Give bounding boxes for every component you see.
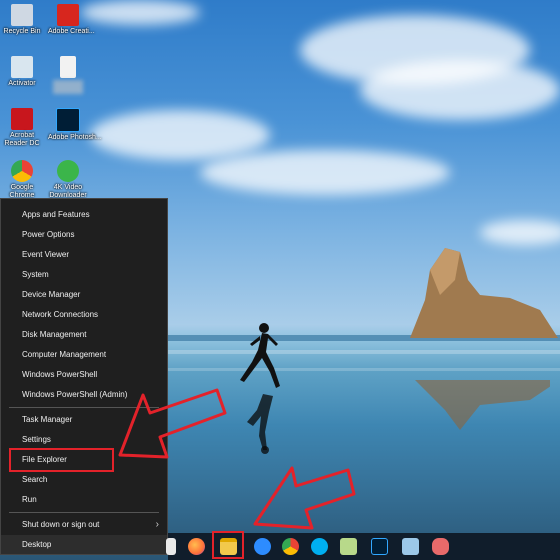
cloud xyxy=(360,60,560,120)
desktop-icon-acrobat-reader[interactable]: Acrobat Reader DC xyxy=(2,108,42,148)
desktop-icon-adobe-creative-cloud[interactable]: Adobe Creati... xyxy=(48,4,95,36)
menu-item-label: Apps and Features xyxy=(22,210,90,219)
desktop-icon-recycle-bin[interactable]: Recycle Bin xyxy=(2,4,42,36)
menu-item-shut-down-or-sign-out[interactable]: Shut down or sign out › xyxy=(1,515,167,534)
menu-item-network-connections[interactable]: Network Connections xyxy=(1,305,167,324)
menu-item-label: Event Viewer xyxy=(22,250,69,259)
mail-icon[interactable] xyxy=(166,538,176,555)
document-icon xyxy=(60,56,76,78)
chrome-icon xyxy=(11,160,33,182)
skype-icon[interactable] xyxy=(311,538,328,555)
blurred-label xyxy=(53,80,83,94)
menu-item-label: Task Manager xyxy=(22,415,73,424)
taskbar-file-explorer-highlight-box xyxy=(212,531,244,559)
runner-silhouette xyxy=(240,323,280,388)
menu-item-label: Run xyxy=(22,495,37,504)
menu-item-label: Power Options xyxy=(22,230,75,239)
chrome-icon[interactable] xyxy=(282,538,299,555)
menu-item-label: Settings xyxy=(22,435,51,444)
menu-item-search[interactable]: Search xyxy=(1,470,167,489)
desktop-icon-activator[interactable]: Activator xyxy=(2,56,42,88)
menu-item-system[interactable]: System xyxy=(1,265,167,284)
menu-item-label: Device Manager xyxy=(22,290,81,299)
arrow-to-taskbar-file-explorer xyxy=(253,466,356,530)
cloud xyxy=(200,150,450,195)
menu-item-label: Windows PowerShell (Admin) xyxy=(22,390,128,399)
menu-item-device-manager[interactable]: Device Manager xyxy=(1,285,167,304)
photoshop-icon[interactable] xyxy=(371,538,388,555)
menu-item-label: Windows PowerShell xyxy=(22,370,98,379)
menu-item-power-options[interactable]: Power Options xyxy=(1,225,167,244)
cloud xyxy=(90,110,270,160)
file-explorer-highlight-box xyxy=(9,448,114,472)
menu-item-label: Shut down or sign out xyxy=(22,520,100,529)
menu-item-desktop[interactable]: Desktop xyxy=(1,535,167,554)
desktop-icon-photoshop[interactable]: Adobe Photosh... xyxy=(48,108,102,142)
notepad-icon[interactable] xyxy=(340,538,357,555)
menu-item-label: Search xyxy=(22,475,48,484)
activator-icon xyxy=(11,56,33,78)
menu-item-label: Computer Management xyxy=(22,350,107,359)
4k-video-downloader-icon xyxy=(57,160,79,182)
firefox-icon[interactable] xyxy=(188,538,205,555)
acrobat-reader-icon xyxy=(11,108,33,130)
menu-item-label: Desktop xyxy=(22,540,52,549)
remote-desktop-icon[interactable] xyxy=(402,538,419,555)
menu-item-apps-and-features[interactable]: Apps and Features xyxy=(1,205,167,224)
desktop-icon-document[interactable] xyxy=(48,56,88,94)
menu-item-event-viewer[interactable]: Event Viewer xyxy=(1,245,167,264)
rock-formation xyxy=(410,248,558,338)
menu-item-label: System xyxy=(22,270,49,279)
menu-item-disk-management[interactable]: Disk Management xyxy=(1,325,167,344)
chevron-right-icon: › xyxy=(155,519,159,530)
desktop-icon-google-chrome[interactable]: Google Chrome xyxy=(2,160,42,200)
adobe-creative-cloud-icon xyxy=(57,4,79,26)
winx-context-menu: Apps and Features Power Options Event Vi… xyxy=(0,198,168,555)
rock-reflection xyxy=(415,380,550,430)
recycle-bin-icon xyxy=(11,4,33,26)
chat-icon[interactable] xyxy=(254,538,271,555)
menu-item-windows-powershell[interactable]: Windows PowerShell xyxy=(1,365,167,384)
menu-item-computer-management[interactable]: Computer Management xyxy=(1,345,167,364)
photoshop-icon xyxy=(56,108,80,132)
runner-reflection xyxy=(247,394,273,454)
desktop-icon-4k-video-downloader[interactable]: 4K Video Downloader xyxy=(48,160,88,200)
menu-separator xyxy=(9,512,159,513)
menu-item-label: Disk Management xyxy=(22,330,87,339)
arrow-to-file-explorer-menu xyxy=(118,388,227,459)
cloud xyxy=(80,0,200,25)
paint-icon[interactable] xyxy=(432,538,449,555)
menu-item-run[interactable]: Run xyxy=(1,490,167,509)
menu-item-label: Network Connections xyxy=(22,310,99,319)
